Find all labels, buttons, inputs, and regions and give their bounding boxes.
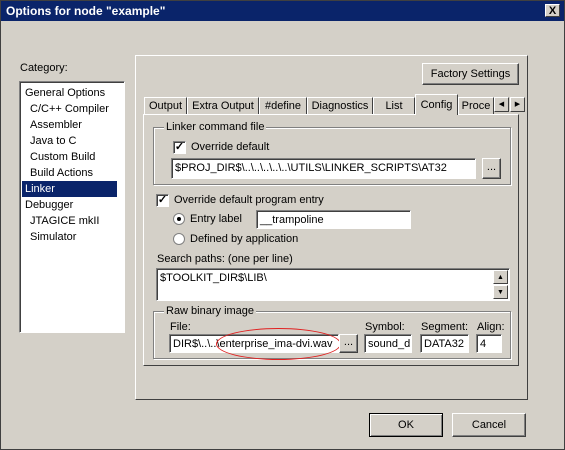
options-dialog: Options for node "example" X Category: G…: [0, 0, 565, 450]
entry-label-input[interactable]: __trampoline: [256, 210, 411, 229]
factory-settings-button[interactable]: Factory Settings: [422, 63, 519, 85]
defined-by-application-label: Defined by application: [190, 233, 299, 245]
override-program-entry-checkbox[interactable]: ✓: [156, 194, 169, 207]
category-item[interactable]: C/C++ Compiler: [22, 101, 117, 117]
tab-scroll-right-button[interactable]: ▶: [510, 97, 525, 112]
linker-file-browse-button[interactable]: ...: [482, 158, 501, 179]
tab-proce[interactable]: Proce: [458, 97, 494, 115]
symbol-input[interactable]: sound_d: [364, 334, 412, 353]
linker-command-file-title: Linker command file: [164, 121, 267, 133]
segment-input[interactable]: DATA32: [420, 334, 469, 353]
align-input[interactable]: 4: [476, 334, 502, 353]
entry-label-text: Entry label: [190, 213, 242, 225]
align-label: Align:: [477, 321, 505, 333]
raw-binary-browse-button[interactable]: ...: [339, 334, 358, 353]
entry-label-radio[interactable]: [173, 213, 185, 225]
override-default-label: Override default: [191, 141, 270, 153]
category-item[interactable]: Assembler: [22, 117, 117, 133]
tab-extra-output[interactable]: Extra Output: [187, 97, 259, 115]
arrow-right-icon: ▶: [514, 101, 521, 108]
defined-by-application-radio[interactable]: [173, 233, 185, 245]
arrow-left-icon: ◀: [498, 101, 505, 108]
tab-scroll-left-button[interactable]: ◀: [494, 97, 509, 112]
tab-diagnostics[interactable]: Diagnostics: [307, 97, 373, 115]
arrow-down-icon: ▼: [497, 289, 504, 296]
title-bar[interactable]: Options for node "example" X: [1, 1, 564, 21]
highlight-ellipse: [216, 328, 341, 360]
radio-selected-dot: [177, 217, 181, 221]
category-list[interactable]: General Options C/C++ Compiler Assembler Ja…: [19, 81, 125, 333]
cancel-button[interactable]: Cancel: [452, 413, 526, 437]
file-label: File:: [170, 321, 191, 333]
category-item[interactable]: Linker: [22, 181, 117, 197]
symbol-label: Symbol:: [365, 321, 405, 333]
category-item[interactable]: Simulator: [22, 229, 117, 245]
category-label: Category:: [20, 62, 68, 74]
tab-output[interactable]: Output: [144, 97, 187, 115]
search-paths-scroll-down[interactable]: ▼: [493, 285, 508, 299]
tab-define[interactable]: #define: [259, 97, 307, 115]
category-item[interactable]: Debugger: [22, 197, 117, 213]
category-item[interactable]: Custom Build: [22, 149, 117, 165]
window-title: Options for node "example": [6, 4, 166, 18]
raw-binary-image-title: Raw binary image: [164, 305, 257, 317]
segment-label: Segment:: [421, 321, 469, 333]
close-button[interactable]: X: [545, 4, 560, 17]
tab-list[interactable]: List: [373, 97, 415, 115]
linker-command-file-path[interactable]: $PROJ_DIR$\..\..\..\..\..\UTILS\LINKER_S…: [171, 158, 476, 179]
search-paths-textarea[interactable]: $TOOLKIT_DIR$\LIB\: [156, 268, 510, 301]
category-item[interactable]: General Options: [22, 85, 117, 101]
search-paths-scroll-up[interactable]: ▲: [493, 270, 508, 284]
search-paths-label: Search paths: (one per line): [157, 253, 293, 265]
tab-config[interactable]: Config: [415, 94, 458, 115]
ok-button[interactable]: OK: [369, 413, 443, 437]
arrow-up-icon: ▲: [497, 274, 504, 281]
category-item[interactable]: JTAGICE mkII: [22, 213, 117, 229]
category-item[interactable]: Build Actions: [22, 165, 117, 181]
override-default-checkbox[interactable]: ✓: [173, 141, 186, 154]
override-program-entry-label: Override default program entry: [174, 194, 324, 206]
category-item[interactable]: Java to C: [22, 133, 117, 149]
